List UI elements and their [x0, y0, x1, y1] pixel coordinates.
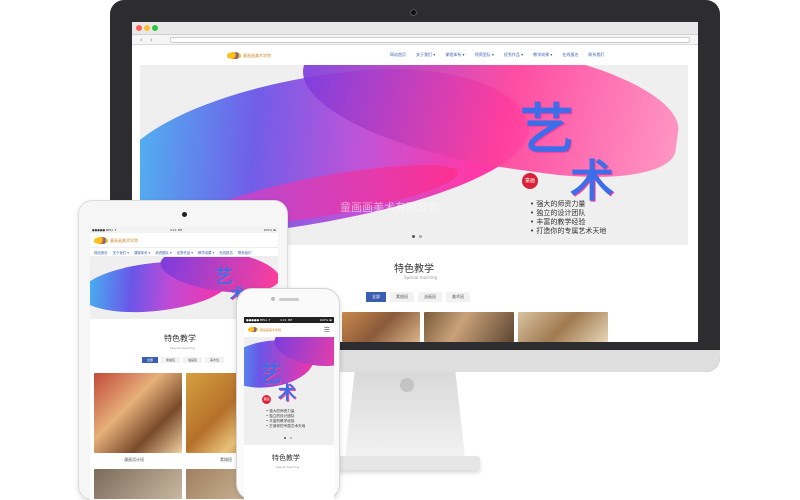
status-time: 4:21 PM: [280, 318, 293, 322]
logo-text[interactable]: 童画画美术学院: [110, 238, 138, 244]
carousel-dots: [284, 437, 292, 439]
section-subtitle: Special teaching: [170, 346, 195, 350]
logo-icon[interactable]: [227, 52, 241, 59]
logo-icon[interactable]: [248, 327, 258, 332]
nav-item-about[interactable]: 关于我们 ▾: [113, 250, 129, 255]
hero-bullets: • 强大的师资力量 • 独立的设计团队 • 丰富的教学经验 • 打造你的专属艺术…: [530, 200, 606, 236]
gallery-photo[interactable]: [518, 312, 608, 342]
nav-item-home[interactable]: 网站首页: [390, 52, 406, 58]
device-mockup-stage: ‹ › 童画画美术学院 网站首页 关于我们 ▾ 课程体系 ▾ 师资团队 ▾ 优秀…: [0, 0, 800, 500]
phone-camera: [271, 297, 275, 301]
hero-bullets: • 强大的师资力量 • 独立的设计团队 • 丰富的教学经验 • 打造你的专属艺术…: [266, 409, 305, 429]
logo-text[interactable]: 童画画美术学院: [243, 53, 271, 59]
address-bar[interactable]: [170, 37, 690, 43]
status-time: 4:21 PM: [170, 228, 183, 232]
nav-item-teachers[interactable]: 师资团队 ▾: [475, 52, 494, 58]
carousel-dot[interactable]: [419, 235, 422, 238]
carousel-dot[interactable]: [412, 235, 415, 238]
battery-text: 100% ▬: [319, 318, 332, 322]
phone-speaker: [279, 298, 299, 301]
hero-bullet: • 强大的师资力量: [530, 200, 586, 208]
section-title: 特色教学: [164, 334, 196, 343]
seal-stamp: 童画: [522, 173, 538, 189]
signal-text: ●●●●● BELL ✦: [92, 228, 117, 232]
nav-item-teachers[interactable]: 师资团队 ▾: [155, 250, 171, 255]
gallery-photo[interactable]: [94, 373, 182, 453]
logo-icon[interactable]: [94, 237, 108, 244]
hero-bullet: • 打造你的专属艺术天地: [266, 424, 306, 428]
minimize-window-button[interactable]: [144, 25, 150, 31]
carousel-dot[interactable]: [290, 437, 292, 439]
close-window-button[interactable]: [136, 25, 142, 31]
monitor-camera: [410, 9, 417, 16]
tab-art[interactable]: 美术班: [446, 292, 470, 302]
phone-device: ●●●●● BELL ✦ 4:21 PM 100% ▬ 童画画美术学院 ☰ 艺 …: [236, 288, 340, 500]
gallery-photo[interactable]: [424, 312, 514, 342]
nav-item-results[interactable]: 教学成果 ▾: [533, 52, 552, 58]
watermark-text: 童画画美术有限公司: [340, 201, 439, 214]
section-title: 特色教学: [394, 264, 434, 275]
nav-item-contact[interactable]: 联系我们: [588, 52, 604, 58]
tab-all[interactable]: 全部: [142, 357, 159, 363]
gallery-photo[interactable]: [94, 469, 182, 499]
hero-bullet: • 独立的设计团队: [530, 209, 586, 217]
brand-logo-icon: [400, 378, 414, 392]
phone-screen: ●●●●● BELL ✦ 4:21 PM 100% ▬ 童画画美术学院 ☰ 艺 …: [244, 317, 334, 500]
carousel-dot[interactable]: [284, 437, 286, 439]
browser-address-row: ‹ ›: [132, 35, 698, 45]
tab-oil[interactable]: 油画班: [418, 292, 442, 302]
category-tabs: 全部 素描班 油画班 美术班: [366, 292, 470, 302]
phone-hero[interactable]: 艺 术 童画 • 强大的师资力量 • 独立的设计团队 • 丰富的教学经验 • 打…: [244, 337, 334, 445]
nav-item-home[interactable]: 网站首页: [94, 250, 108, 255]
menu-icon[interactable]: ☰: [324, 326, 330, 334]
battery-text: 100% ▬: [263, 228, 276, 232]
maximize-window-button[interactable]: [152, 25, 158, 31]
carousel-dots: [412, 235, 422, 238]
section-subtitle: Special teaching: [276, 465, 300, 469]
hero-art-char: 术: [278, 383, 296, 404]
nav-item-about[interactable]: 关于我们 ▾: [416, 52, 435, 58]
tab-sketch[interactable]: 素描班: [161, 357, 181, 363]
nav-item-courses[interactable]: 课程体系 ▾: [134, 250, 150, 255]
browser-title-bar: [132, 22, 698, 35]
nav-item-works[interactable]: 优秀作品 ▾: [177, 250, 193, 255]
nav-item-courses[interactable]: 课程体系 ▾: [445, 52, 464, 58]
seal-stamp: 童画: [262, 395, 271, 404]
hero-bullet: • 丰富的教学经验: [530, 218, 586, 226]
gallery-photo[interactable]: [342, 312, 420, 342]
hero-bullet: • 打造你的专属艺术天地: [530, 227, 607, 235]
photo-caption: 漫画设计班: [124, 457, 144, 462]
forward-arrow-icon[interactable]: ›: [150, 35, 153, 45]
monitor-stand-base: [330, 456, 480, 470]
tab-sketch[interactable]: 素描班: [390, 292, 414, 302]
category-tabs: 全部 素描班 油画班 美术班: [142, 357, 225, 363]
back-arrow-icon[interactable]: ‹: [140, 35, 143, 45]
section-subtitle: Special teaching: [404, 275, 438, 280]
photo-caption: 素描班: [220, 457, 232, 462]
tablet-nav: 网站首页 关于我们 ▾ 课程体系 ▾ 师资团队 ▾ 优秀作品 ▾ 教学成果 ▾ …: [90, 247, 278, 257]
site-header: 童画画美术学院 网站首页 关于我们 ▾ 课程体系 ▾ 师资团队 ▾ 优秀作品 ▾…: [132, 45, 698, 65]
hero-art-char: 艺: [520, 97, 574, 161]
nav-item-signup[interactable]: 在线报名: [562, 52, 578, 58]
phone-header: 童画画美术学院 ☰: [244, 323, 334, 337]
main-nav: 网站首页 关于我们 ▾ 课程体系 ▾ 师资团队 ▾ 优秀作品 ▾ 教学成果 ▾ …: [390, 52, 604, 58]
tab-art[interactable]: 美术班: [205, 357, 225, 363]
tab-oil[interactable]: 油画班: [183, 357, 203, 363]
tablet-header: 童画画美术学院: [90, 233, 278, 247]
nav-item-contact[interactable]: 联系我们: [238, 250, 252, 255]
logo-text[interactable]: 童画画美术学院: [260, 328, 281, 332]
nav-item-results[interactable]: 教学成果 ▾: [198, 250, 214, 255]
nav-item-works[interactable]: 优秀作品 ▾: [504, 52, 523, 58]
section-title: 特色教学: [272, 454, 300, 462]
tab-all[interactable]: 全部: [366, 292, 386, 302]
nav-item-signup[interactable]: 在线报名: [219, 250, 233, 255]
signal-text: ●●●●● BELL ✦: [246, 318, 271, 322]
tablet-camera: [182, 212, 187, 217]
